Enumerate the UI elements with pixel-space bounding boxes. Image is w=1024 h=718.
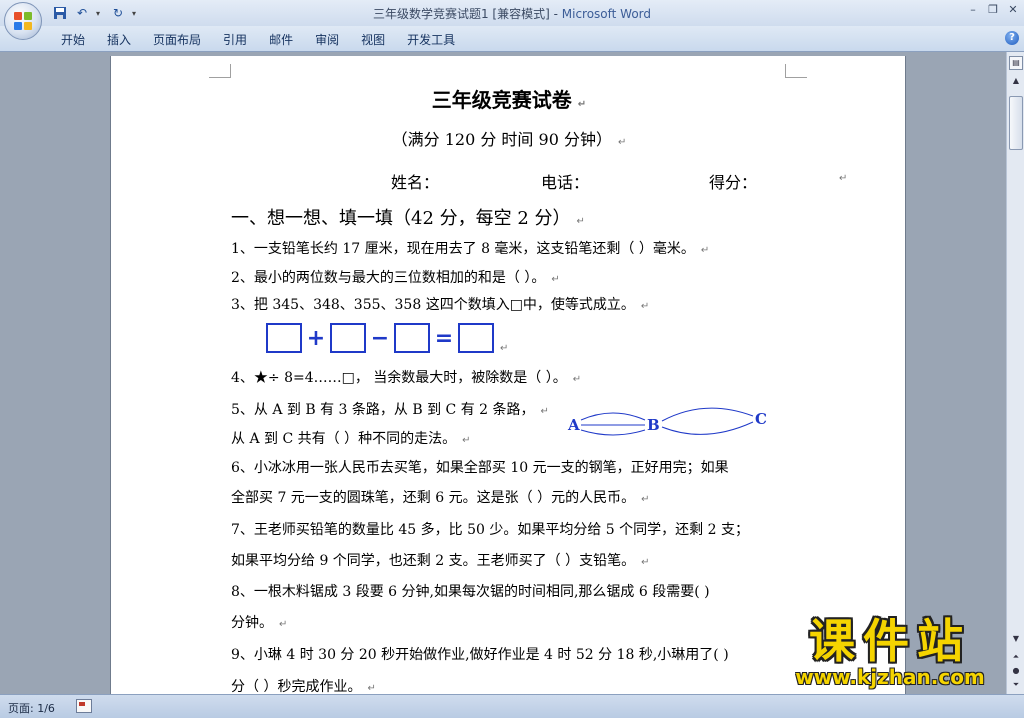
name-label: 姓名： — [391, 173, 440, 192]
score-label: 得分： — [709, 173, 758, 192]
scroll-down-icon[interactable]: ▼ — [1009, 632, 1023, 646]
restore-icon[interactable]: ❐ — [986, 3, 1000, 17]
question-7-line-2: 如果平均分给 9 个同学，也还剩 2 支。王老师买了（ ）支铅笔。 ↵ — [231, 553, 650, 569]
equals-sign: = — [434, 325, 454, 351]
route-label-b: B — [647, 416, 660, 434]
office-button[interactable] — [4, 2, 42, 40]
route-label-c: C — [755, 410, 767, 428]
question-9-line-2: 分（ ）秒完成作业。 ↵ — [231, 679, 376, 694]
document-area[interactable]: 三年级竞赛试卷 ↵ （满分 120 分 时间 90 分钟） ↵ 姓名： 电话： 得分… — [0, 52, 1006, 694]
window-controls: – ❐ ✕ — [966, 3, 1020, 17]
vertical-scrollbar[interactable]: ▤ ▲ ▼ ⏶ ● ⏷ — [1006, 52, 1024, 694]
question-3: 3、把 345、348、355、358 这四个数填入□中，使等式成立。 ↵ — [231, 297, 650, 313]
tab-developer[interactable]: 开发工具 — [396, 31, 466, 47]
question-7-line-1: 7、王老师买铅笔的数量比 45 多，比 50 少。如果平均分给 5 个同学，还剩… — [231, 522, 749, 538]
watermark: 课件站 www.kjzhan.com — [770, 616, 1010, 696]
watermark-title: 课件站 — [809, 614, 971, 668]
app-name: Microsoft Word — [561, 7, 652, 21]
question-5-line-2: 从 A 到 C 共有（ ）种不同的走法。 ↵ — [231, 431, 471, 447]
route-diagram: A B C — [567, 407, 767, 436]
tab-mailings[interactable]: 邮件 — [258, 31, 304, 47]
scroll-up-icon[interactable]: ▲ — [1009, 74, 1023, 88]
browse-object-icon[interactable]: ● — [1009, 664, 1023, 678]
question-5-line-1: 5、从 A 到 B 有 3 条路，从 B 到 C 有 2 条路， ↵ — [231, 402, 549, 418]
route-path-ab-1 — [580, 412, 646, 421]
help-icon[interactable]: ? — [1005, 31, 1019, 45]
route-path-ab-3 — [580, 429, 646, 436]
tab-home[interactable]: 开始 — [50, 31, 96, 47]
equation-box — [266, 323, 302, 353]
route-path-bc-2 — [661, 421, 754, 435]
office-logo-icon — [14, 12, 32, 30]
question-4: 4、★÷ 8=4……□， 当余数最大时，被除数是（ ）。 ↵ — [231, 370, 582, 386]
section-1-heading: 一、想一想、填一填（42 分，每空 2 分） ↵ — [231, 208, 585, 229]
question-2: 2、最小的两位数与最大的三位数相加的和是（ ）。 ↵ — [231, 270, 560, 286]
ribbon: 开始 插入 页面布局 引用 邮件 审阅 视图 开发工具 ? — [0, 26, 1024, 52]
question-1: 1、一支铅笔长约 17 厘米，现在用去了 8 毫米，这支铅笔还剩（ ）毫米。 ↵ — [231, 241, 710, 257]
paragraph-mark: ↵ — [839, 173, 848, 184]
proofing-icon[interactable] — [76, 699, 92, 713]
route-label-a: A — [567, 416, 580, 434]
exam-subtitle: （满分 120 分 时间 90 分钟） ↵ — [391, 130, 627, 149]
tab-page-layout[interactable]: 页面布局 — [142, 31, 212, 47]
watermark-url: www.kjzhan.com — [795, 665, 985, 689]
minimize-icon[interactable]: – — [966, 3, 980, 17]
window-title: 三年级数学竞赛试题1 [兼容模式] - Microsoft Word — [0, 5, 1024, 22]
ruler-toggle-icon[interactable]: ▤ — [1009, 56, 1023, 70]
equation-box — [394, 323, 430, 353]
close-icon[interactable]: ✕ — [1006, 3, 1020, 17]
next-page-icon[interactable]: ⏷ — [1009, 678, 1023, 692]
margin-corner-top-left — [209, 64, 231, 78]
minus-sign: − — [370, 325, 390, 351]
margin-corner-top-right — [785, 64, 807, 78]
previous-page-icon[interactable]: ⏶ — [1009, 650, 1023, 664]
phone-label: 电话： — [541, 173, 590, 192]
question-8-line-1: 8、一根木料锯成 3 段要 6 分钟,如果每次锯的时间相同,那么锯成 6 段需要… — [231, 584, 710, 600]
tab-insert[interactable]: 插入 — [96, 31, 142, 47]
equation-box — [330, 323, 366, 353]
ribbon-tabs: 开始 插入 页面布局 引用 邮件 审阅 视图 开发工具 — [50, 31, 466, 47]
student-info-line: 姓名： 电话： 得分： ↵ — [111, 169, 907, 192]
document-name: 三年级数学竞赛试题1 [兼容模式] - — [372, 7, 562, 21]
title-bar: ↶ ▾ ↻ ▾ 三年级数学竞赛试题1 [兼容模式] - Microsoft Wo… — [0, 0, 1024, 26]
question-8-line-2: 分钟。 ↵ — [231, 615, 288, 631]
document-page[interactable]: 三年级竞赛试卷 ↵ （满分 120 分 时间 90 分钟） ↵ 姓名： 电话： 得分… — [110, 56, 906, 694]
exam-title: 三年级竞赛试卷 ↵ — [431, 88, 587, 112]
plus-sign: + — [306, 325, 326, 351]
status-bar: 页面: 1/6 — [0, 694, 1024, 718]
paragraph-mark: ↵ — [500, 342, 509, 354]
tab-references[interactable]: 引用 — [212, 31, 258, 47]
question-9-line-1: 9、小琳 4 时 30 分 20 秒开始做作业,做好作业是 4 时 52 分 1… — [231, 647, 729, 663]
scroll-thumb[interactable] — [1009, 96, 1023, 150]
equation-boxes: + − = ↵ — [266, 322, 508, 354]
tab-review[interactable]: 审阅 — [304, 31, 350, 47]
question-6-line-1: 6、小冰冰用一张人民币去买笔，如果全部买 10 元一支的钢笔，正好用完；如果 — [231, 460, 729, 476]
page-count[interactable]: 页面: 1/6 — [8, 700, 55, 716]
question-6-line-2: 全部买 7 元一支的圆珠笔，还剩 6 元。这是张（ ）元的人民币。 ↵ — [231, 490, 650, 506]
route-path-bc-1 — [661, 407, 754, 422]
equation-box — [458, 323, 494, 353]
tab-view[interactable]: 视图 — [350, 31, 396, 47]
